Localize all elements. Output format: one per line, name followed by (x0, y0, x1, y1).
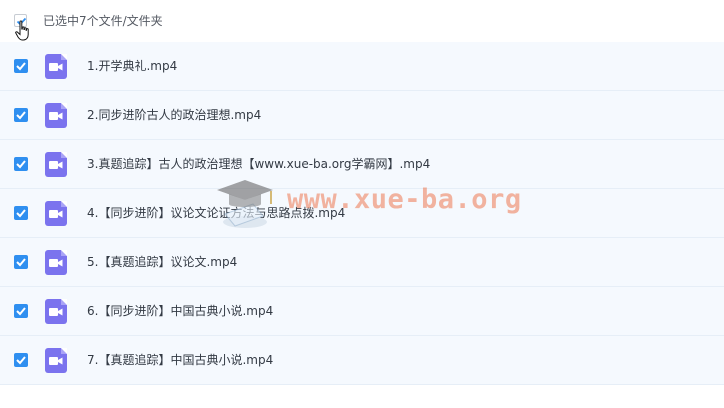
list-item[interactable]: 2.同步进阶古人的政治理想.mp4 (0, 91, 724, 140)
checkmark-icon (16, 209, 26, 218)
file-checkbox[interactable] (14, 255, 28, 269)
file-name[interactable]: 3.真题追踪】古人的政治理想【www.xue-ba.org学霸网】.mp4 (87, 156, 430, 172)
selection-count-label: 已选中7个文件/文件夹 (43, 14, 163, 28)
selection-header: 已选中7个文件/文件夹 (0, 0, 724, 42)
list-item[interactable]: 3.真题追踪】古人的政治理想【www.xue-ba.org学霸网】.mp4 (0, 140, 724, 189)
video-file-icon (45, 348, 67, 373)
file-checkbox[interactable] (14, 353, 28, 367)
file-checkbox[interactable] (14, 304, 28, 318)
file-list: 1.开学典礼.mp4 2.同步进阶古人的政治理想.mp4 3.真题追踪】古人的政… (0, 42, 724, 385)
video-file-icon (45, 299, 67, 324)
file-name[interactable]: 5.【真题追踪】议论文.mp4 (87, 254, 237, 270)
video-file-icon (45, 201, 67, 226)
video-file-icon (45, 152, 67, 177)
checkmark-icon (16, 356, 26, 365)
checkmark-icon (16, 258, 26, 267)
video-file-icon (45, 103, 67, 128)
file-name[interactable]: 6.【同步进阶】中国古典小说.mp4 (87, 303, 273, 319)
checkmark-icon (16, 307, 26, 316)
file-checkbox[interactable] (14, 108, 28, 122)
file-name[interactable]: 7.【真题追踪】中国古典小说.mp4 (87, 352, 273, 368)
list-item[interactable]: 6.【同步进阶】中国古典小说.mp4 (0, 287, 724, 336)
file-checkbox[interactable] (14, 157, 28, 171)
list-item[interactable]: 5.【真题追踪】议论文.mp4 (0, 238, 724, 287)
checkmark-icon (16, 160, 26, 169)
video-file-icon (45, 54, 67, 79)
checkmark-icon (16, 111, 26, 120)
list-item[interactable]: 4.【同步进阶】议论文论证方法与思路点拨.mp4 (0, 189, 724, 238)
checkmark-icon (16, 62, 26, 71)
file-name[interactable]: 4.【同步进阶】议论文论证方法与思路点拨.mp4 (87, 205, 345, 221)
video-file-icon (45, 250, 67, 275)
file-checkbox[interactable] (14, 59, 28, 73)
hand-pointer-icon (15, 20, 29, 41)
file-checkbox[interactable] (14, 206, 28, 220)
file-name[interactable]: 2.同步进阶古人的政治理想.mp4 (87, 107, 261, 123)
list-item[interactable]: 1.开学典礼.mp4 (0, 42, 724, 91)
file-name[interactable]: 1.开学典礼.mp4 (87, 58, 177, 74)
list-item[interactable]: 7.【真题追踪】中国古典小说.mp4 (0, 336, 724, 385)
